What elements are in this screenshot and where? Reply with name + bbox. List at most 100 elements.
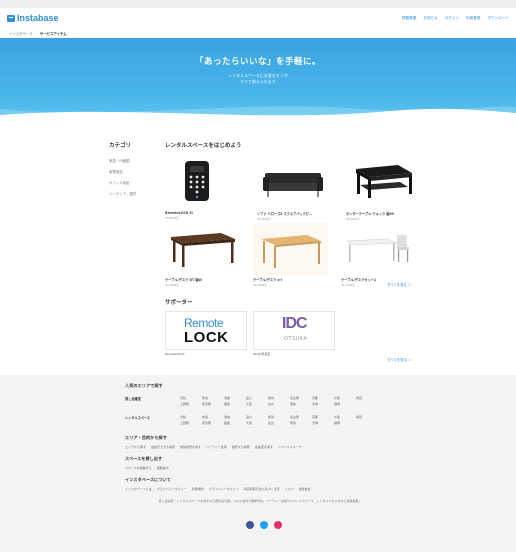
area-link[interactable]: 新宿 [202,396,224,400]
about-link[interactable]: ヘルプ [285,487,294,491]
area-link[interactable]: 銀座 [224,402,246,406]
area-link[interactable]: 上野駅 [180,402,202,406]
breadcrumb-separator: › [35,31,37,35]
product-card[interactable]: センターテーブル ウォック 幅90 26,800円 [346,157,421,221]
facebook-icon[interactable] [246,521,254,529]
search-link[interactable]: エリアから探す [125,445,146,449]
breadcrumb-current: サービスアイテム [39,31,67,36]
remotelock-logo-bottom: LOCK [184,329,229,346]
see-all-supporters-link[interactable]: すべてを見る ＞ [387,357,411,362]
product-card[interactable]: ソファ ベローズ2 スクエアバックピ… 39,800円 [257,157,332,221]
product-image [253,223,328,275]
nav-link[interactable]: ダウンロード [487,16,509,21]
about-title: インスタベースについて [125,477,171,482]
area-link[interactable]: 京都 [312,415,334,419]
area-link[interactable]: 新宿 [202,415,224,419]
area-link[interactable]: 東京駅 [202,402,224,406]
list-link[interactable]: 掲載案内 [157,466,169,470]
area-link[interactable]: 福岡 [334,421,356,425]
area-link[interactable]: 品川 [246,396,268,400]
list-link[interactable]: スペースを掲載する [125,466,152,470]
supporter-card[interactable]: Remote LOCK RemoteLOCK [165,311,247,356]
nav-link[interactable]: お知らせ [423,16,437,21]
area-link[interactable]: 仙台 [268,402,290,406]
category-title: カテゴリ [109,143,132,149]
social-links [246,521,282,529]
area-link[interactable]: 梅田 [356,415,378,419]
area-link[interactable]: 渋谷 [180,396,202,400]
search-link[interactable]: 勉強場所を探す [180,445,201,449]
area-link[interactable]: 大阪 [334,396,356,400]
nav-link[interactable]: 掲載概要 [402,16,416,21]
product-card[interactable]: RemoteLOCK 5i 25,800円 [165,157,240,220]
area-link[interactable]: 名古屋 [290,396,312,400]
area-link[interactable]: 天神 [312,421,334,425]
product-image [341,223,416,275]
category-item[interactable]: オフィス用品 [109,180,161,185]
category-item[interactable]: インテリア・雑貨 [109,191,161,196]
area-link[interactable]: 仙台 [268,421,290,425]
about-link[interactable]: 利用規約 [192,487,204,491]
breadcrumb-home[interactable]: インスタベース [9,31,33,36]
area-link[interactable]: 大宮 [246,421,268,425]
area-link[interactable]: 梅田 [356,396,378,400]
supporter-card[interactable]: IDC OTSUKA IDCの家具店 [253,311,335,356]
header-nav: 掲載概要 お知らせ ログイン 利用登録 ダウンロード [402,16,509,21]
area-link[interactable]: 渋谷 [180,415,202,419]
remotelock-logo-top: Remote [184,316,224,330]
area-link[interactable]: 池袋 [224,415,246,419]
footer-inner: 人気のエリアで探す 貸し会議室 渋谷 新宿 池袋 品川 横浜 名古屋 京都 大阪 梅田 上野駅 東京… [125,383,395,503]
twitter-icon[interactable] [260,521,268,529]
product-card[interactable]: テーブル/デスク a-l 28,300円 [253,223,328,287]
idc-logo-top: IDC [282,315,308,332]
about-link[interactable]: プライバシーポリシー [157,487,187,491]
search-link[interactable]: 撮影する場所 [232,445,250,449]
about-link[interactable]: インスタベースとは [125,487,152,491]
area-link[interactable]: 名古屋 [290,415,312,419]
area-link[interactable]: 池袋 [224,396,246,400]
search-link[interactable]: パーティー会場 [206,445,227,449]
product-card[interactable]: テーブル/デスク GT 幅W 29,800円 [165,223,240,287]
hero-subtitle-line2: すべて揃えられます [240,79,276,84]
product-card[interactable]: テーブル/デスクセット1 31,200円 [341,223,416,287]
logo-icon [7,14,15,22]
category-item[interactable]: 家具・什器類 [109,158,161,163]
nav-link[interactable]: 利用登録 [466,16,480,21]
see-all-products-link[interactable]: すべてを見る ＞ [387,282,411,287]
area-link[interactable]: 銀座 [224,421,246,425]
about-link[interactable]: 特定商取引法に基づく表示 [244,487,280,491]
area-link[interactable]: 横浜 [268,415,290,419]
search-link[interactable]: 会議室を探す [255,445,273,449]
area-link[interactable]: 京都 [312,396,334,400]
hero-title: 「あったらいいな」を手軽に。 [194,57,321,67]
supporter-logo: IDC OTSUKA [253,311,335,350]
area-link[interactable]: 博多 [290,421,312,425]
area-link[interactable]: 福岡 [334,402,356,406]
logo[interactable]: Instabase [7,13,59,23]
hero-wave [0,106,516,120]
footer-description: 貸し会議室・レンタルスペースを探すなら国内最大級。スマホ決済で簡単予約。パーティ… [158,499,362,503]
popular-areas-title: 人気のエリアで探す [125,383,163,388]
area-link[interactable]: 天神 [312,402,334,406]
idc-logo-bottom: OTSUKA [284,336,308,342]
area-link[interactable]: 大宮 [246,402,268,406]
area-link[interactable]: 大阪 [334,415,356,419]
breadcrumb: インスタベース › サービスアイテム [0,28,516,38]
area-links: 渋谷 新宿 池袋 品川 横浜 名古屋 京都 大阪 梅田上野駅 東京駅 銀座 大宮 仙台 博多 天神 福岡 [180,396,378,406]
area-link[interactable]: 横浜 [268,396,290,400]
main-content: カテゴリ 家具・什器類 家電用品 オフィス用品 インテリア・雑貨 レンタルスペー… [0,120,516,367]
area-link[interactable]: 品川 [246,415,268,419]
area-link[interactable]: 上野駅 [180,421,202,425]
area-row-label: レンタルスペース [125,416,151,420]
area-links: 渋谷 新宿 池袋 品川 横浜 名古屋 京都 大阪 梅田上野駅 東京駅 銀座 大宮 仙台 博多 天神 福岡 [180,415,378,425]
search-link[interactable]: 会議ができる場所 [151,445,175,449]
category-sidebar: カテゴリ 家具・什器類 家電用品 オフィス用品 インテリア・雑貨 [109,141,161,202]
about-link[interactable]: 運営会社 [299,487,311,491]
area-link[interactable]: 東京駅 [202,421,224,425]
area-link[interactable]: 博多 [290,402,312,406]
instagram-icon[interactable] [274,521,282,529]
about-link[interactable]: プライバシーポリシー [209,487,239,491]
search-link[interactable]: イベントスペース [278,445,302,449]
category-item[interactable]: 家電用品 [109,169,161,174]
nav-link[interactable]: ログイン [445,16,459,21]
